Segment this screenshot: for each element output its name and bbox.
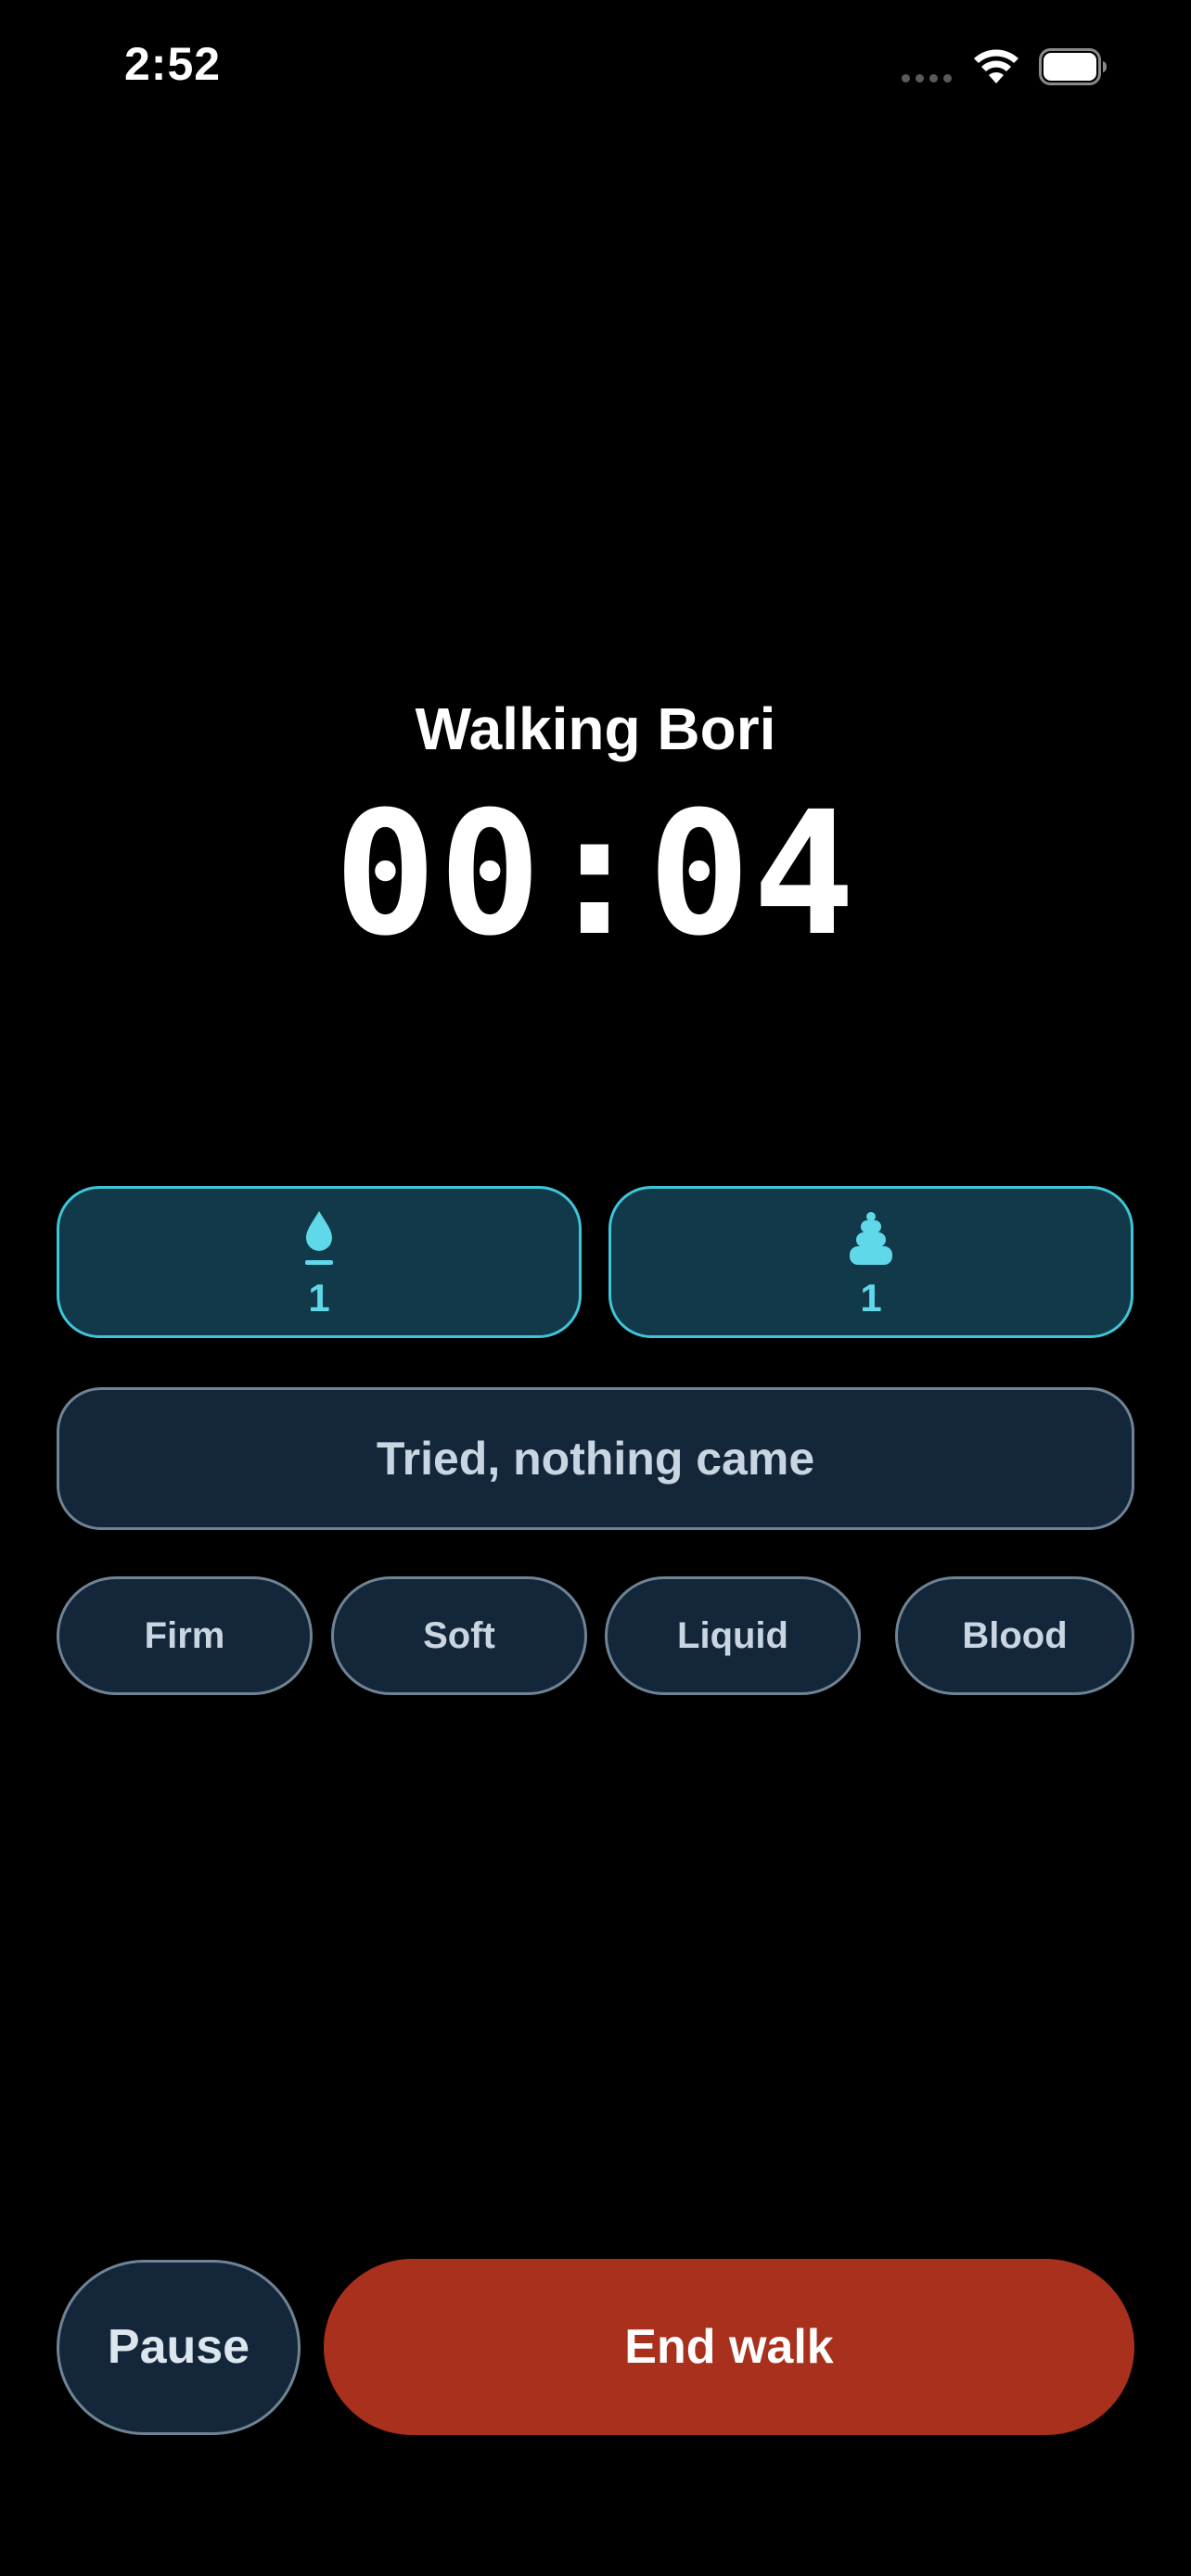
consistency-soft-chip[interactable]: Soft	[331, 1576, 587, 1695]
status-bar: 2:52	[0, 0, 1191, 139]
poop-icon	[850, 1212, 892, 1265]
consistency-liquid-chip[interactable]: Liquid	[605, 1576, 861, 1695]
tried-nothing-came-button[interactable]: Tried, nothing came	[57, 1387, 1134, 1530]
poop-count: 1	[860, 1276, 882, 1320]
status-time: 2:52	[124, 38, 222, 90]
poop-counter-button[interactable]: 1	[608, 1186, 1133, 1338]
pee-counter-button[interactable]: 1	[57, 1186, 582, 1338]
end-walk-button[interactable]: End walk	[324, 2259, 1134, 2435]
wifi-icon	[974, 49, 1018, 83]
cellular-signal-icon	[902, 74, 952, 83]
consistency-blood-chip[interactable]: Blood	[895, 1576, 1134, 1695]
pause-button[interactable]: Pause	[57, 2260, 301, 2435]
battery-icon	[1039, 48, 1107, 85]
droplet-icon	[305, 1211, 333, 1265]
walk-title: Walking Bori	[415, 695, 776, 762]
walk-timer: 00:04	[334, 775, 857, 974]
pee-count: 1	[308, 1276, 330, 1320]
consistency-firm-chip[interactable]: Firm	[57, 1576, 313, 1695]
